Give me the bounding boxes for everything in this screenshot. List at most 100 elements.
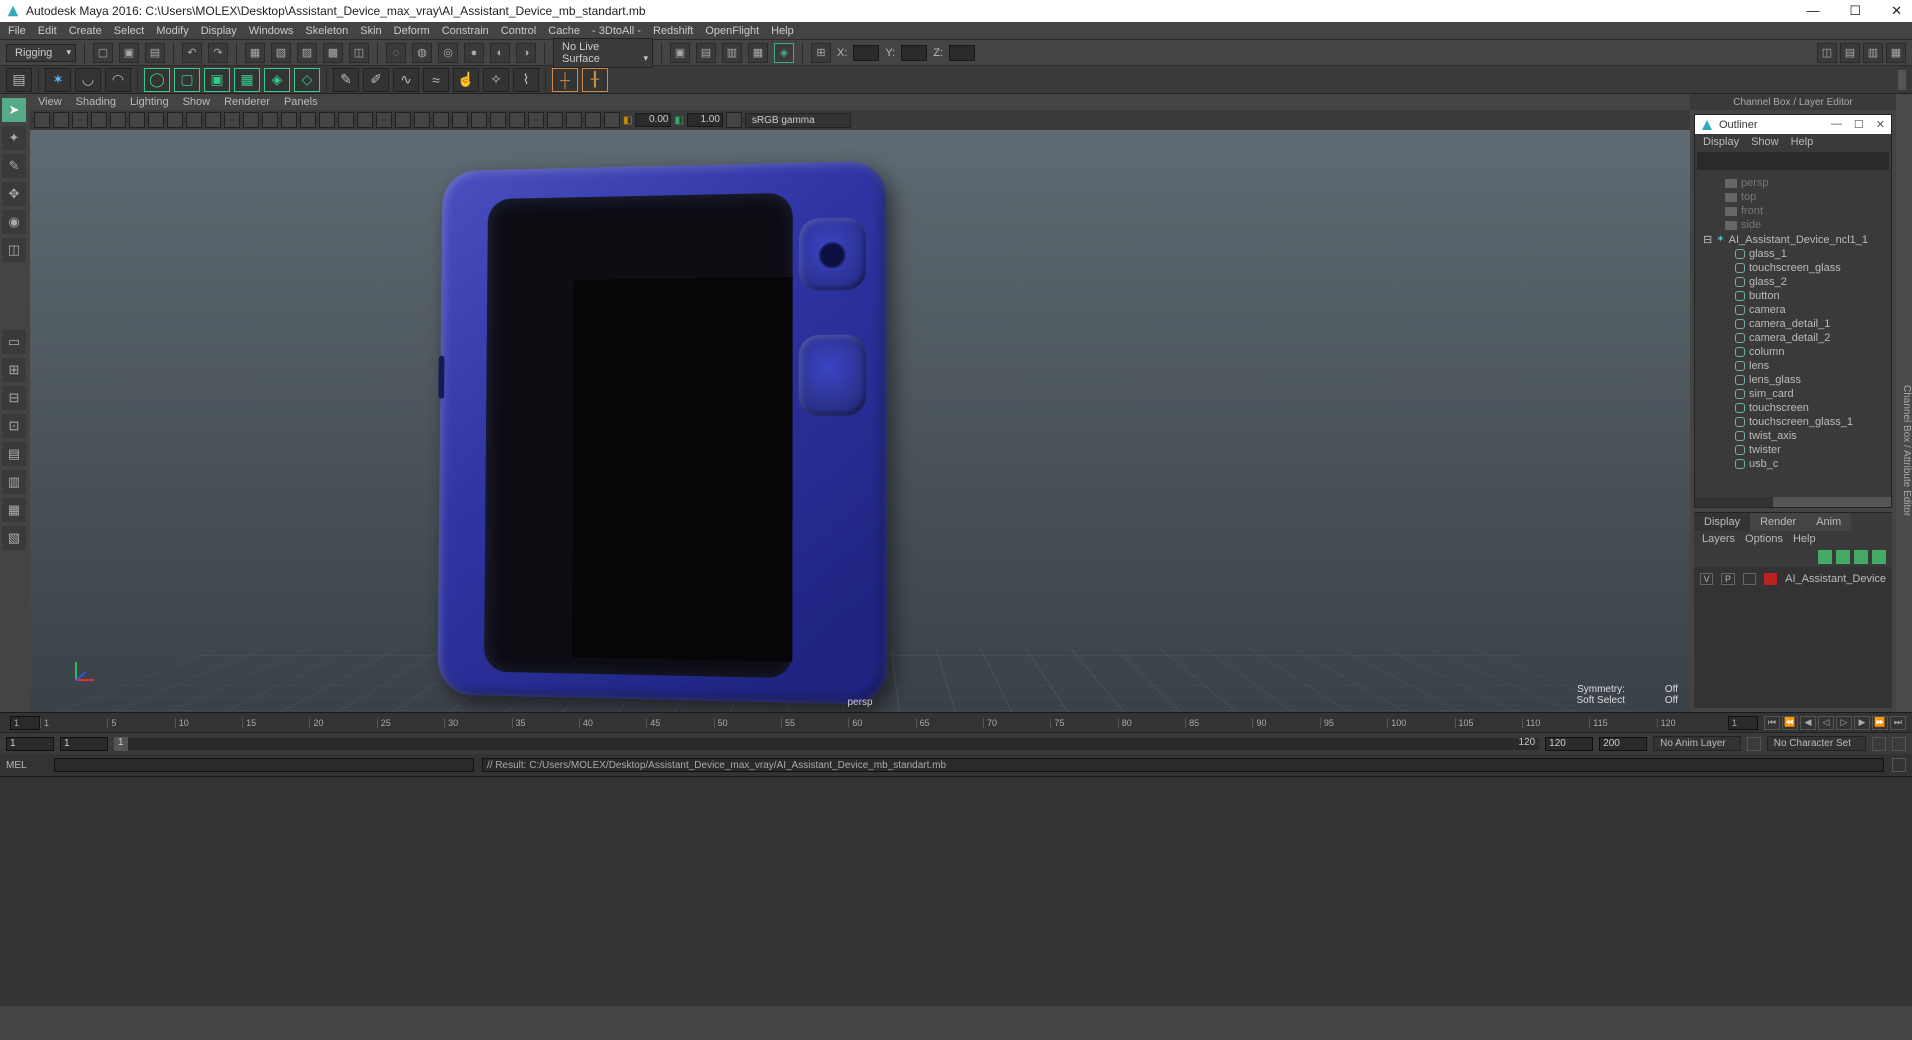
new-scene-icon[interactable]: ▢ (93, 43, 113, 63)
outliner-child[interactable]: camera_detail_2 (1749, 332, 1830, 344)
z-field[interactable] (949, 45, 975, 61)
layer-move-up-icon[interactable] (1818, 550, 1832, 564)
anim-layer-icon[interactable] (1747, 737, 1761, 751)
layer-sub-layers[interactable]: Layers (1702, 533, 1735, 545)
go-start-icon[interactable]: ⏮ (1764, 716, 1780, 730)
cam-select-icon[interactable] (34, 112, 50, 128)
mel-label[interactable]: MEL (6, 760, 46, 771)
shadows-icon[interactable] (300, 112, 316, 128)
layer-tab-display[interactable]: Display (1694, 513, 1750, 531)
menu-skeleton[interactable]: Skeleton (305, 25, 348, 37)
step-back-icon[interactable]: ◀ (1800, 716, 1816, 730)
outliner-top[interactable]: top (1741, 191, 1756, 203)
cam-lock-icon[interactable] (53, 112, 69, 128)
menu-edit[interactable]: Edit (38, 25, 57, 37)
anim-end-field[interactable]: 200 (1599, 737, 1647, 751)
menu-set-dropdown[interactable]: Rigging (6, 44, 76, 62)
flatten-icon[interactable]: ⌇ (513, 68, 539, 92)
channel-box-icon[interactable]: ▦ (1886, 43, 1906, 63)
outliner-menu-display[interactable]: Display (1703, 136, 1739, 148)
outliner-menu-show[interactable]: Show (1751, 136, 1779, 148)
step-fwd-key-icon[interactable]: ⏩ (1872, 716, 1888, 730)
msaa-icon[interactable] (414, 112, 430, 128)
vp-sel-hl-icon[interactable] (528, 112, 544, 128)
menu-openflight[interactable]: OpenFlight (705, 25, 759, 37)
layer-row[interactable]: V P AI_Assistant_Device (1694, 571, 1892, 587)
redo-icon[interactable]: ↷ (208, 43, 228, 63)
snap-curve-icon[interactable]: ◍ (412, 43, 432, 63)
play-back-icon[interactable]: ◁ (1818, 716, 1834, 730)
layer-tab-anim[interactable]: Anim (1806, 513, 1851, 531)
play-fwd-icon[interactable]: ▷ (1836, 716, 1852, 730)
step-fwd-icon[interactable]: ▶ (1854, 716, 1870, 730)
sculpt-icon[interactable]: ✐ (363, 68, 389, 92)
outliner-close-icon[interactable]: ✕ (1876, 118, 1885, 131)
film-gate-icon[interactable] (167, 112, 183, 128)
select-mode-icon[interactable]: ▦ (245, 43, 265, 63)
move-tool[interactable]: ✥ (2, 182, 26, 206)
dope-tool[interactable]: ▦ (2, 498, 26, 522)
scale-tool[interactable]: ◫ (2, 238, 26, 262)
grid-icon[interactable] (148, 112, 164, 128)
y-field[interactable] (901, 45, 927, 61)
outliner-child[interactable]: touchscreen (1749, 402, 1809, 414)
select-all-icon[interactable]: ▧ (271, 43, 291, 63)
collapse-icon[interactable]: ⊟ (1703, 233, 1712, 246)
panel-menu-renderer[interactable]: Renderer (224, 96, 270, 108)
layout-four-tool[interactable]: ⊞ (2, 358, 26, 382)
outliner-child[interactable]: column (1749, 346, 1784, 358)
vp-wos-icon[interactable] (547, 112, 563, 128)
step-back-key-icon[interactable]: ⏪ (1782, 716, 1798, 730)
wireframe-icon[interactable] (224, 112, 240, 128)
outliner-child[interactable]: usb_c (1749, 458, 1778, 470)
layer-tab-render[interactable]: Render (1750, 513, 1806, 531)
hypershade-icon[interactable]: ▦ (748, 43, 768, 63)
snap-view-icon[interactable]: ◑ (516, 43, 536, 63)
image-plane-icon[interactable] (91, 112, 107, 128)
grab-icon[interactable]: ☝ (453, 68, 479, 92)
shelf-scroll[interactable] (1898, 70, 1906, 90)
isolate-icon[interactable] (319, 112, 335, 128)
outliner-root[interactable]: AI_Assistant_Device_ncl1_1 (1729, 234, 1868, 246)
layer-sub-help[interactable]: Help (1793, 533, 1816, 545)
range-slider-track[interactable]: 1120 (114, 738, 1539, 750)
vp-lighting-icon[interactable] (471, 112, 487, 128)
outliner-min-icon[interactable]: — (1831, 118, 1842, 131)
graph-tool[interactable]: ▥ (2, 470, 26, 494)
outliner-child[interactable]: touchscreen_glass_1 (1749, 416, 1853, 428)
time-start-field[interactable]: 1 (10, 716, 40, 730)
save-scene-icon[interactable]: ▤ (145, 43, 165, 63)
menu-redshift[interactable]: Redshift (653, 25, 693, 37)
render-settings-icon[interactable]: ▥ (722, 43, 742, 63)
viewport[interactable]: persp Symmetry:Off Soft SelectOff (30, 130, 1690, 712)
cam-bookmark-icon[interactable] (72, 112, 88, 128)
panel-menu-panels[interactable]: Panels (284, 96, 318, 108)
pinch-icon[interactable]: ✧ (483, 68, 509, 92)
script-editor-icon[interactable] (1892, 758, 1906, 772)
smooth-shade-icon[interactable] (243, 112, 259, 128)
vp-half-icon[interactable] (604, 112, 620, 128)
play-start-field[interactable]: 1 (60, 737, 108, 751)
vp-xgen-icon[interactable] (509, 112, 525, 128)
layer-new-selected-icon[interactable] (1872, 550, 1886, 564)
render-icon[interactable]: ▣ (670, 43, 690, 63)
outliner-filter-field[interactable] (1697, 152, 1889, 170)
select-tool[interactable]: ➤ (2, 98, 26, 122)
playblast-icon[interactable]: ◈ (774, 43, 794, 63)
ik-handle-icon[interactable]: ◡ (75, 68, 101, 92)
undo-icon[interactable]: ↶ (182, 43, 202, 63)
motion-blur-icon[interactable] (452, 112, 468, 128)
outliner-tree[interactable]: persp top front side ⊟✶AI_Assistant_Devi… (1695, 172, 1891, 497)
blendshape-icon[interactable]: ┼ (552, 68, 578, 92)
select-obj-icon[interactable]: ▩ (323, 43, 343, 63)
ik-spline-icon[interactable]: ◠ (105, 68, 131, 92)
panel-menu-show[interactable]: Show (183, 96, 211, 108)
outliner-child[interactable]: glass_1 (1749, 248, 1787, 260)
outliner-tool[interactable]: ▤ (2, 442, 26, 466)
time-current-field[interactable]: 1 (1728, 716, 1758, 730)
cluster-icon[interactable]: ◈ (264, 68, 290, 92)
lasso-tool[interactable]: ✦ (2, 126, 26, 150)
shelf-tab-icon[interactable]: ▤ (6, 68, 32, 92)
outliner-child[interactable]: lens (1749, 360, 1769, 372)
outliner-max-icon[interactable]: ☐ (1854, 118, 1864, 131)
